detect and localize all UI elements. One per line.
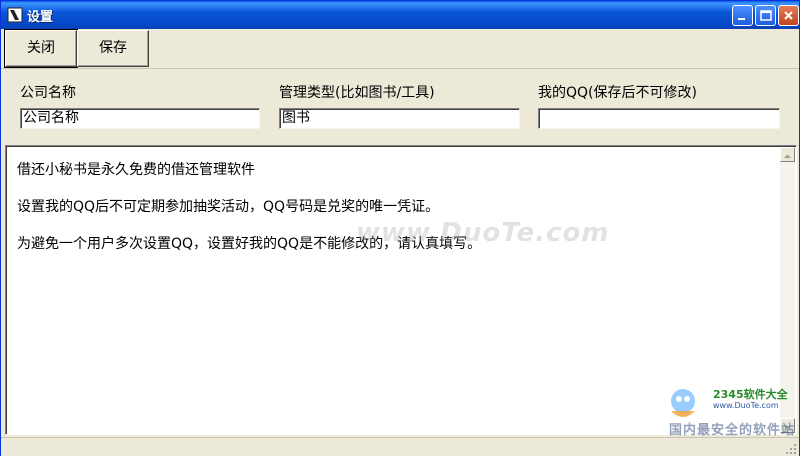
toolbar: 关闭 保存 <box>1 29 799 69</box>
info-line-1: 借还小秘书是永久免费的借还管理软件 <box>17 162 255 178</box>
close-window-button[interactable] <box>778 5 799 26</box>
manage-type-label: 管理类型(比如图书/工具) <box>279 85 435 101</box>
resize-grip-icon[interactable] <box>785 443 797 455</box>
my-qq-input[interactable] <box>538 108 780 129</box>
my-qq-label: 我的QQ(保存后不可修改) <box>538 85 697 101</box>
company-name-label: 公司名称 <box>20 85 76 101</box>
logo-slogan: 国内最安全的软件站 <box>669 423 796 438</box>
close-button[interactable]: 关闭 <box>4 29 78 68</box>
arrow-up-icon <box>784 154 791 158</box>
company-name-input[interactable]: 公司名称 <box>20 108 260 129</box>
scroll-up-button[interactable] <box>780 147 795 162</box>
manage-type-input[interactable]: 图书 <box>279 108 520 129</box>
watermark: www.DuoTe.com <box>356 218 610 248</box>
logo-name: 2345软件大全 <box>713 388 788 401</box>
maximize-icon <box>760 10 772 21</box>
app-icon <box>7 7 23 23</box>
save-button[interactable]: 保存 <box>77 30 149 67</box>
window-title: 设置 <box>27 10 54 25</box>
close-icon <box>784 11 793 20</box>
logo-url: www.DuoTe.com <box>713 401 779 410</box>
info-line-2: 设置我的QQ后不可定期参加抽奖活动，QQ号码是兑奖的唯一凭证。 <box>17 199 440 215</box>
minimize-icon <box>738 18 745 20</box>
status-bar <box>1 437 799 456</box>
minimize-button[interactable] <box>732 5 753 26</box>
settings-window: 设置 关闭 保存 公司名称 公司名称 管理类型(比如图书/工具) 图书 我的QQ… <box>0 0 800 456</box>
title-bar[interactable]: 设置 <box>1 1 799 29</box>
maximize-button[interactable] <box>755 5 776 26</box>
